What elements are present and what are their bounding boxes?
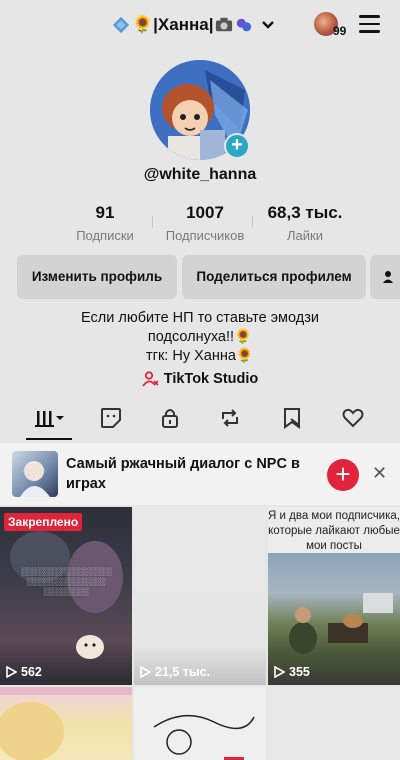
stat-likes[interactable]: 68,3 тыс. Лайки [260, 203, 350, 243]
view-count-value: 21,5 тыс. [155, 665, 211, 679]
view-count: 21,5 тыс. [140, 665, 210, 679]
thumbnail-art [153, 714, 255, 760]
studio-person-icon [142, 371, 159, 387]
stat-value: 1007 [186, 203, 224, 222]
stat-value: 68,3 тыс. [267, 203, 343, 222]
video-thumbnail[interactable] [0, 687, 132, 760]
tab-reposts-stickers[interactable] [98, 405, 124, 431]
hamburger-menu-icon[interactable] [359, 15, 380, 33]
tab-liked[interactable] [340, 405, 366, 431]
stat-label: Подписки [76, 228, 134, 243]
add-story-button[interactable]: + [224, 133, 250, 159]
heart-icon [342, 408, 364, 428]
camera-icon [216, 17, 233, 32]
stat-followers[interactable]: 1007 Подписчиков [160, 203, 250, 243]
add-user-icon [383, 271, 393, 283]
play-icon [140, 666, 151, 678]
sticker-icon [101, 408, 121, 428]
tab-private[interactable] [157, 405, 183, 431]
add-to-playlist-button[interactable]: + [327, 459, 359, 491]
edit-profile-button[interactable]: Изменить профиль [17, 255, 177, 299]
stats-row: 91 Подписки 1007 Подписчиков 68,3 тыс. Л… [60, 203, 350, 243]
playlist-thumbnail [12, 451, 58, 497]
video-thumbnail[interactable]: 21,5 тыс. [134, 507, 266, 685]
profile-screen: 🌻|Ханна| 99 + @white_hanna 91 Подписки 1… [0, 0, 400, 760]
close-icon[interactable]: ✕ [372, 463, 387, 484]
playlist-title: Самый ржачный диалог с NPC в играх [66, 456, 300, 492]
stat-following[interactable]: 91 Подписки [60, 203, 150, 243]
stat-label: Лайки [287, 228, 323, 243]
bio-line: Если любите НП то ставьте эмодзи [81, 310, 319, 326]
stat-label: Подписчиков [165, 228, 245, 243]
video-overlay-text: ░░░░░░░░░░░░░░░░ ░░░░░░░░░░░░░░ ░░░░░░░░ [20, 567, 112, 596]
thumbnail-art [0, 687, 132, 760]
view-count: 562 [6, 665, 42, 679]
video-thumbnail[interactable]: ░░░░░░░░░░░░░░░░ ░░░░░░░░░░░░░░ ░░░░░░░░ З… [0, 507, 132, 685]
account-name: 🌻|Ханна| [132, 15, 214, 34]
view-count-value: 562 [21, 665, 42, 679]
view-count-value: 355 [289, 665, 310, 679]
top-bar: 🌻|Ханна| 99 [0, 0, 400, 50]
play-icon [274, 666, 285, 678]
tab-reposts[interactable] [217, 405, 243, 431]
view-count: 355 [274, 665, 310, 679]
divider [152, 216, 153, 228]
tiktok-studio-link[interactable]: TikTok Studio [0, 371, 400, 387]
tab-saved[interactable] [279, 405, 305, 431]
chevron-down-icon [262, 21, 275, 29]
repost-icon [222, 409, 238, 427]
content-tabs [0, 405, 400, 441]
video-caption: Я и два мои подписчика, которые лайкают … [268, 510, 400, 552]
lock-icon [162, 409, 178, 428]
studio-label: TikTok Studio [163, 371, 259, 387]
stat-value: 91 [95, 203, 115, 222]
bookmark-eye-icon [284, 408, 300, 429]
video-thumbnail[interactable]: Я и два мои подписчика, которые лайкают … [268, 507, 400, 685]
bio-line: тгк: Ну Ханна🌻 [146, 348, 254, 364]
add-friends-button[interactable] [370, 255, 400, 299]
username: @white_hanna [143, 166, 257, 183]
notification-count: 99 [333, 24, 347, 38]
video-thumbnail[interactable] [268, 687, 400, 760]
tab-videos[interactable] [34, 405, 66, 431]
active-tab-indicator [26, 438, 72, 440]
account-switcher[interactable]: 🌻|Ханна| [112, 12, 275, 38]
play-icon [6, 666, 17, 678]
bio-line: подсолнуха!!🌻 [147, 329, 253, 345]
bio: Если любите НП то ставьте эмодзи подсолн… [0, 309, 400, 366]
grid-icon [35, 411, 64, 427]
purple-bubbles-icon [237, 18, 252, 32]
video-thumbnail[interactable] [134, 687, 266, 760]
pinned-badge: Закреплено [4, 513, 83, 531]
share-profile-button[interactable]: Поделиться профилем [182, 255, 366, 299]
diamond-icon [112, 16, 130, 34]
divider [252, 216, 253, 228]
